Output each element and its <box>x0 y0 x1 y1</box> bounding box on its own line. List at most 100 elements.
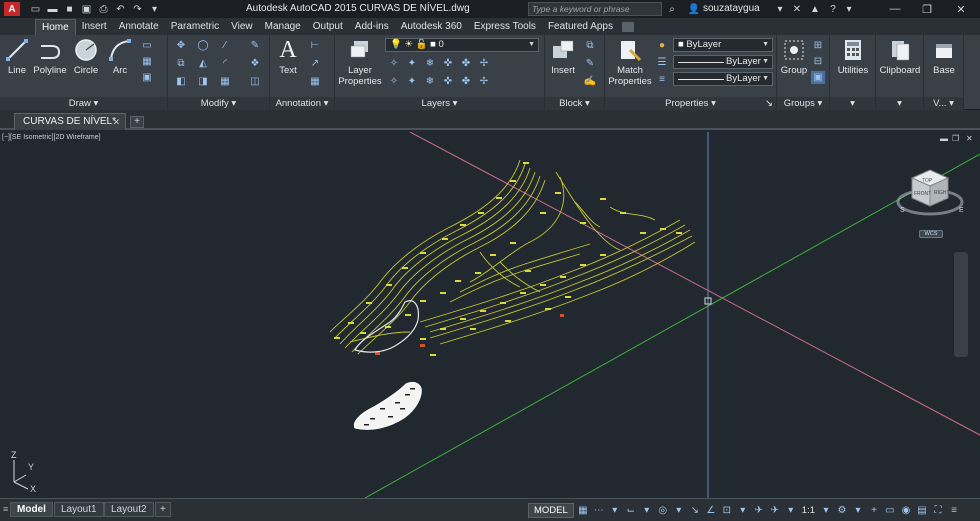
auto-scale-dropdown-icon[interactable]: ▾ <box>784 502 798 518</box>
clean-screen-icon[interactable]: ⛶ <box>931 502 945 518</box>
layer-lock-icon[interactable]: ✜ <box>441 57 455 70</box>
gradient-icon[interactable]: ▣ <box>140 71 154 84</box>
hardware-acceleration-icon[interactable]: ▤ <box>915 502 929 518</box>
layer-previous-icon[interactable]: ✢ <box>477 57 491 70</box>
edit-attributes-icon[interactable]: ✍ <box>583 75 597 88</box>
groups-panel-title[interactable]: Groups ▾ <box>777 97 829 110</box>
layer-on-icon[interactable]: ✧ <box>387 75 401 88</box>
a360-icon[interactable]: ▲ <box>808 2 822 16</box>
group-select-icon[interactable]: ▣ <box>811 71 825 84</box>
match-properties-button[interactable]: Match Properties <box>607 37 653 87</box>
tab-manage[interactable]: Manage <box>259 19 307 35</box>
qat-dropdown-icon[interactable]: ▾ <box>147 2 162 16</box>
text-button[interactable]: A Text <box>274 37 302 77</box>
user-name[interactable]: souzataygua <box>703 3 760 14</box>
color-wheel-icon[interactable]: ● <box>655 39 669 52</box>
scale-dropdown-icon[interactable]: ▾ <box>819 502 833 518</box>
viewport-controls-label[interactable]: [−][SE Isometric][2D Wireframe] <box>2 134 101 141</box>
mirror-icon[interactable]: ◭ <box>196 57 210 70</box>
fillet-icon[interactable]: ◜ <box>218 57 232 70</box>
hatch-icon[interactable]: ▦ <box>140 55 154 68</box>
polar-tracking-icon[interactable]: ◎ <box>656 502 670 518</box>
document-tab[interactable]: CURVAS DE NÍVEL* ✕ <box>14 113 126 130</box>
tab-annotate[interactable]: Annotate <box>113 19 165 35</box>
search-icon[interactable]: ⌕ <box>665 2 679 16</box>
units-icon[interactable]: ▭ <box>883 502 897 518</box>
polyline-button[interactable]: Polyline <box>32 37 68 76</box>
help-icon[interactable]: ? <box>826 2 840 16</box>
explode-icon[interactable]: ❖ <box>248 57 262 70</box>
layer-off-icon[interactable]: ✧ <box>387 57 401 70</box>
arc-button[interactable]: Arc <box>106 37 134 76</box>
layer-match-icon[interactable]: ✤ <box>459 57 473 70</box>
draw-panel-title[interactable]: Draw ▾ <box>0 97 167 110</box>
viewport-restore-icon[interactable]: ❐ <box>952 134 959 143</box>
tab-model[interactable]: Model <box>10 502 53 517</box>
snap-dropdown-icon[interactable]: ▾ <box>608 502 622 518</box>
new-icon[interactable]: ▭ <box>28 2 43 16</box>
redo-icon[interactable]: ↷ <box>130 2 145 16</box>
layer-properties-button[interactable]: Layer Properties <box>337 37 383 87</box>
osnap-dropdown-icon[interactable]: ▾ <box>736 502 750 518</box>
layer-walk-icon[interactable]: ✤ <box>459 75 473 88</box>
print-icon[interactable]: ⎙ <box>96 2 111 16</box>
array-icon[interactable]: ▦ <box>218 75 232 88</box>
tab-layout1[interactable]: Layout1 <box>54 502 104 517</box>
application-menu-button[interactable]: A <box>4 2 20 16</box>
save-icon[interactable]: ■ <box>62 2 77 16</box>
viewport-minimize-icon[interactable]: ▬ <box>940 134 948 143</box>
color-dropdown[interactable]: ■ ByLayer ▼ <box>673 38 773 52</box>
layer-merge-icon[interactable]: ✢ <box>477 75 491 88</box>
open-icon[interactable]: ▬ <box>45 2 60 16</box>
tab-view[interactable]: View <box>225 19 259 35</box>
insert-button[interactable]: Insert <box>547 37 579 76</box>
layer-dropdown[interactable]: 💡 ☀ 🔓 ■ 0 ▼ <box>385 38 539 52</box>
annotation-panel-title[interactable]: Annotation ▾ <box>270 97 334 110</box>
properties-panel-title[interactable]: Properties ▾ ↘ <box>605 97 776 110</box>
lineweight-dropdown[interactable]: ByLayer ▼ <box>673 55 773 69</box>
leader-icon[interactable]: ↗ <box>308 57 322 70</box>
tab-parametric[interactable]: Parametric <box>165 19 225 35</box>
search-input[interactable]: Type a keyword or phrase <box>528 2 662 16</box>
minimize-button[interactable]: — <box>880 0 910 18</box>
layer-isolate-icon[interactable]: ✦ <box>405 57 419 70</box>
tab-add-ins[interactable]: Add-ins <box>349 19 395 35</box>
help-dropdown-icon[interactable]: ▾ <box>842 2 856 16</box>
move-icon[interactable]: ✥ <box>174 39 188 52</box>
grid-icon[interactable]: ▦ <box>576 502 590 518</box>
stretch-icon[interactable]: ◧ <box>174 75 188 88</box>
close-button[interactable]: ✕ <box>946 0 976 18</box>
isolate-objects-icon[interactable]: ◉ <box>899 502 913 518</box>
linetype-dropdown[interactable]: ByLayer ▼ <box>673 72 773 86</box>
model-space-button[interactable]: MODEL <box>528 502 574 518</box>
ribbon-toggle-icon[interactable] <box>621 22 634 32</box>
restore-button[interactable]: ❐ <box>912 0 942 18</box>
annotation-monitor-icon[interactable]: + <box>867 502 881 518</box>
rotate-icon[interactable]: ◯ <box>196 39 210 52</box>
customize-icon[interactable]: ≡ <box>947 502 961 518</box>
add-layout-button[interactable]: + <box>155 502 171 517</box>
dimension-icon[interactable]: ⊢ <box>308 39 322 52</box>
tab-insert[interactable]: Insert <box>76 19 113 35</box>
create-block-icon[interactable]: ⧉ <box>583 39 597 52</box>
user-dropdown-icon[interactable]: ▾ <box>773 2 787 16</box>
infer-constraints-icon[interactable]: ⌙ <box>624 502 638 518</box>
layer-thaw-icon[interactable]: ❄ <box>423 75 437 88</box>
exchange-icon[interactable]: ✕ <box>790 2 804 16</box>
close-tab-icon[interactable]: ✕ <box>112 114 120 130</box>
line-button[interactable]: Line <box>4 37 30 76</box>
layer-unisolate-icon[interactable]: ✦ <box>405 75 419 88</box>
copy-icon[interactable]: ⧉ <box>174 57 188 70</box>
group-edit-icon[interactable]: ⊟ <box>811 55 825 68</box>
undo-icon[interactable]: ↶ <box>113 2 128 16</box>
object-snap-tracking-icon[interactable]: ∠ <box>704 502 718 518</box>
saveas-icon[interactable]: ▣ <box>79 2 94 16</box>
table-icon[interactable]: ▦ <box>308 75 322 88</box>
modify-panel-title[interactable]: Modify ▾ <box>168 97 269 110</box>
edit-block-icon[interactable]: ✎ <box>583 57 597 70</box>
polar-dropdown-icon[interactable]: ▾ <box>672 502 686 518</box>
erase-icon[interactable]: ✎ <box>248 39 262 52</box>
clipboard-button[interactable]: Clipboard <box>878 37 922 76</box>
clipboard-panel-title[interactable]: ▾ <box>876 97 923 110</box>
viewport-close-icon[interactable]: ✕ <box>966 134 973 143</box>
